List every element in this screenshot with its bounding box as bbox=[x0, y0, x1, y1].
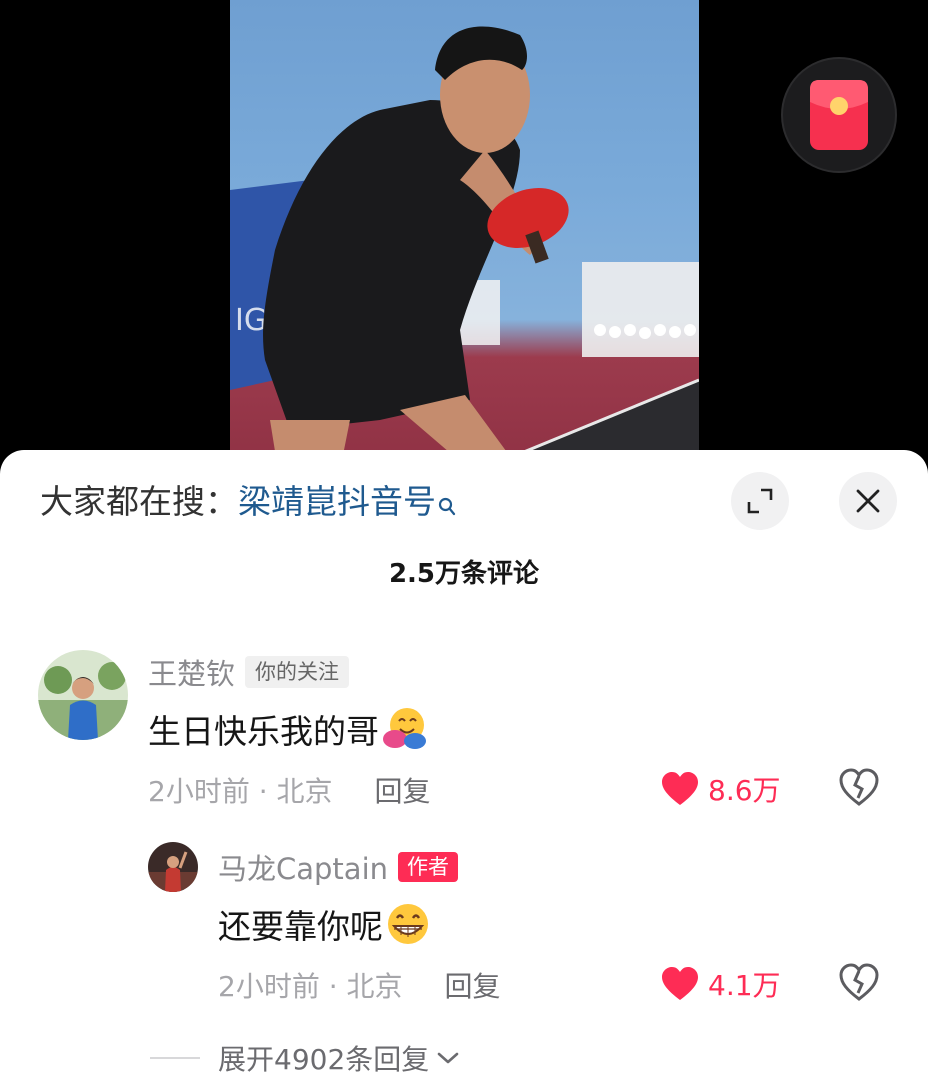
svg-text:IG: IG bbox=[235, 303, 267, 338]
reply-text: 还要靠你呢 bbox=[218, 900, 431, 948]
reply-username[interactable]: 马龙Captain bbox=[218, 846, 388, 888]
expand-replies-label: 展开4902条回复 bbox=[218, 1043, 430, 1076]
like-button[interactable]: 4.1万 bbox=[660, 963, 781, 1005]
red-packet-icon bbox=[810, 80, 868, 150]
reply-text-body: 还要靠你呢 bbox=[218, 907, 383, 946]
expand-replies-button[interactable]: 展开4902条回复 bbox=[150, 1038, 461, 1078]
avatar[interactable] bbox=[148, 842, 198, 892]
dislike-button[interactable] bbox=[838, 963, 880, 1003]
author-badge: 作者 bbox=[398, 852, 459, 882]
chevron-down-icon bbox=[437, 1052, 459, 1064]
reply-button[interactable]: 回复 bbox=[445, 965, 501, 1005]
red-packet-button[interactable] bbox=[781, 57, 897, 173]
like-count: 4.1万 bbox=[708, 969, 781, 1002]
heart-icon bbox=[662, 967, 698, 1000]
reply-item: 马龙Captain 作者 还要靠你呢 2小时前 · 北京 回复 4.1万 bbox=[0, 450, 928, 1030]
grinning-face-emoji-icon bbox=[385, 902, 431, 946]
reply-time-location: 2小时前 · 北京 bbox=[218, 970, 403, 1003]
video-frame[interactable]: IG bbox=[230, 0, 699, 470]
divider-line bbox=[150, 1057, 200, 1059]
comment-sheet: 大家都在搜：梁靖崑抖音号 2.5万条评论 王楚钦 你的关注 生日快乐我的哥 2小… bbox=[0, 450, 928, 1086]
dislike-icon bbox=[839, 963, 879, 1001]
video-player[interactable]: IG bbox=[0, 0, 928, 470]
video-still-image: IG bbox=[230, 26, 699, 470]
reply-header: 马龙Captain 作者 bbox=[218, 846, 459, 888]
reply-meta: 2小时前 · 北京 回复 bbox=[218, 965, 501, 1005]
